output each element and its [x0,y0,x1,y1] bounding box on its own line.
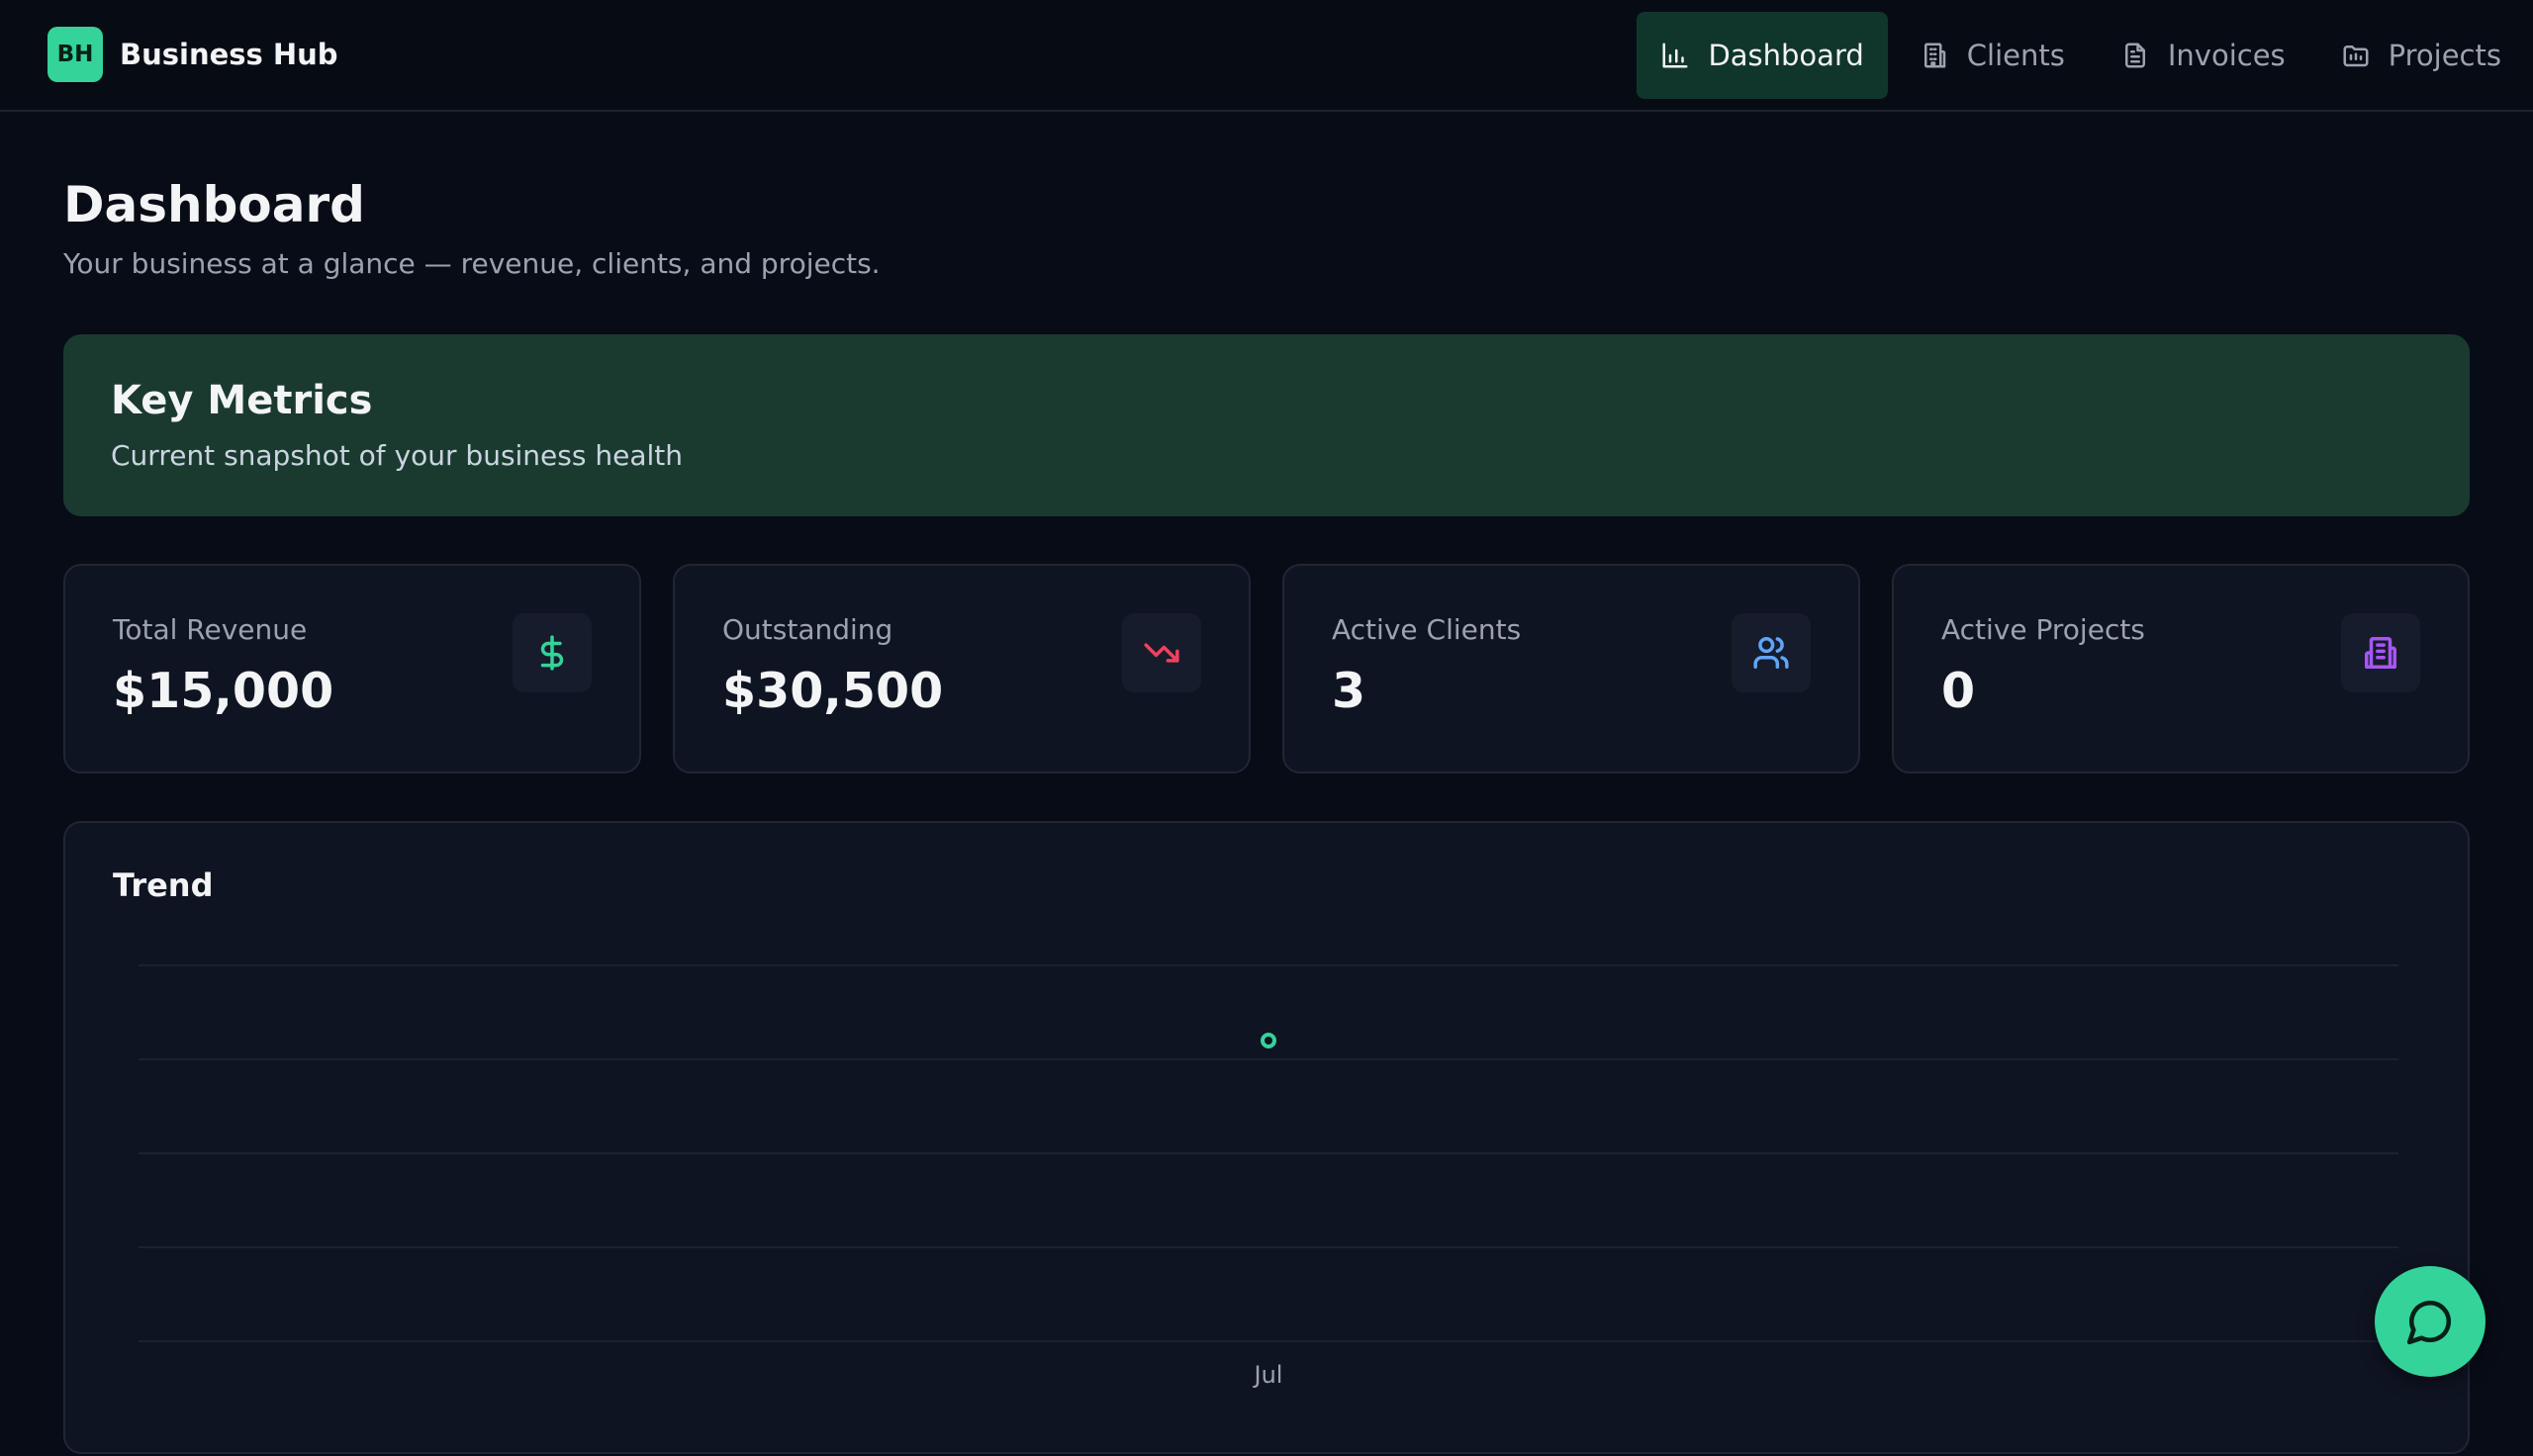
nav-item-label: Clients [1966,39,2065,72]
top-navigation-bar: BH Business Hub Dashboard Clients Invoic… [0,0,2533,112]
metric-value: 0 [1941,663,1976,719]
nav-item-clients[interactable]: Clients [1896,12,2089,99]
metric-value: 3 [1332,663,1366,719]
metric-label: Active Clients [1332,613,1522,646]
metric-icon-box [513,613,592,692]
brand-logo: BH [47,27,103,82]
metric-label: Active Projects [1941,613,2145,646]
building-icon [2365,637,2396,669]
brand[interactable]: BH Business Hub [47,27,338,82]
metric-label: Outstanding [722,613,893,646]
brand-name: Business Hub [120,38,338,71]
users-icon [1753,637,1789,669]
nav-item-invoices[interactable]: Invoices [2097,12,2309,99]
key-metrics-banner: Key Metrics Current snapshot of your bus… [63,334,2470,516]
metric-card-outstanding: Outstanding $30,500 [673,564,1251,774]
trending-down-icon [1144,643,1179,663]
metric-icon-box [1122,613,1201,692]
metric-value: $30,500 [722,663,944,719]
metric-value: $15,000 [113,663,334,719]
x-tick-label: Jul [1253,1361,1283,1389]
metric-icon-box [2341,613,2420,692]
nav-item-dashboard[interactable]: Dashboard [1637,12,1888,99]
bar-chart-icon [1662,43,1688,68]
document-icon [2124,43,2145,68]
dollar-icon [540,635,564,671]
metric-icon-box [1732,613,1811,692]
folder-icon [2343,46,2369,67]
metric-card-active-projects: Active Projects 0 [1892,564,2470,774]
main-nav: Dashboard Clients Invoices Projects [1637,12,2533,99]
nav-item-label: Dashboard [1708,39,1864,72]
nav-item-label: Projects [2388,39,2501,72]
banner-subtitle: Current snapshot of your business health [111,439,683,472]
trend-chart: Jul [139,964,2398,1389]
data-point[interactable] [1261,1033,1276,1048]
metric-card-active-clients: Active Clients 3 [1282,564,1860,774]
nav-item-projects[interactable]: Projects [2317,12,2525,99]
page-subtitle: Your business at a glance — revenue, cli… [63,247,881,280]
banner-title: Key Metrics [111,378,373,423]
chat-button[interactable] [2375,1266,2486,1377]
trend-panel: Trend Jul [63,821,2470,1454]
metric-card-total-revenue: Total Revenue $15,000 [63,564,641,774]
nav-item-label: Invoices [2167,39,2286,72]
page-title: Dashboard [63,176,365,233]
building-icon [1923,43,1946,68]
message-circle-icon [2406,1300,2452,1345]
metric-label: Total Revenue [113,613,308,646]
